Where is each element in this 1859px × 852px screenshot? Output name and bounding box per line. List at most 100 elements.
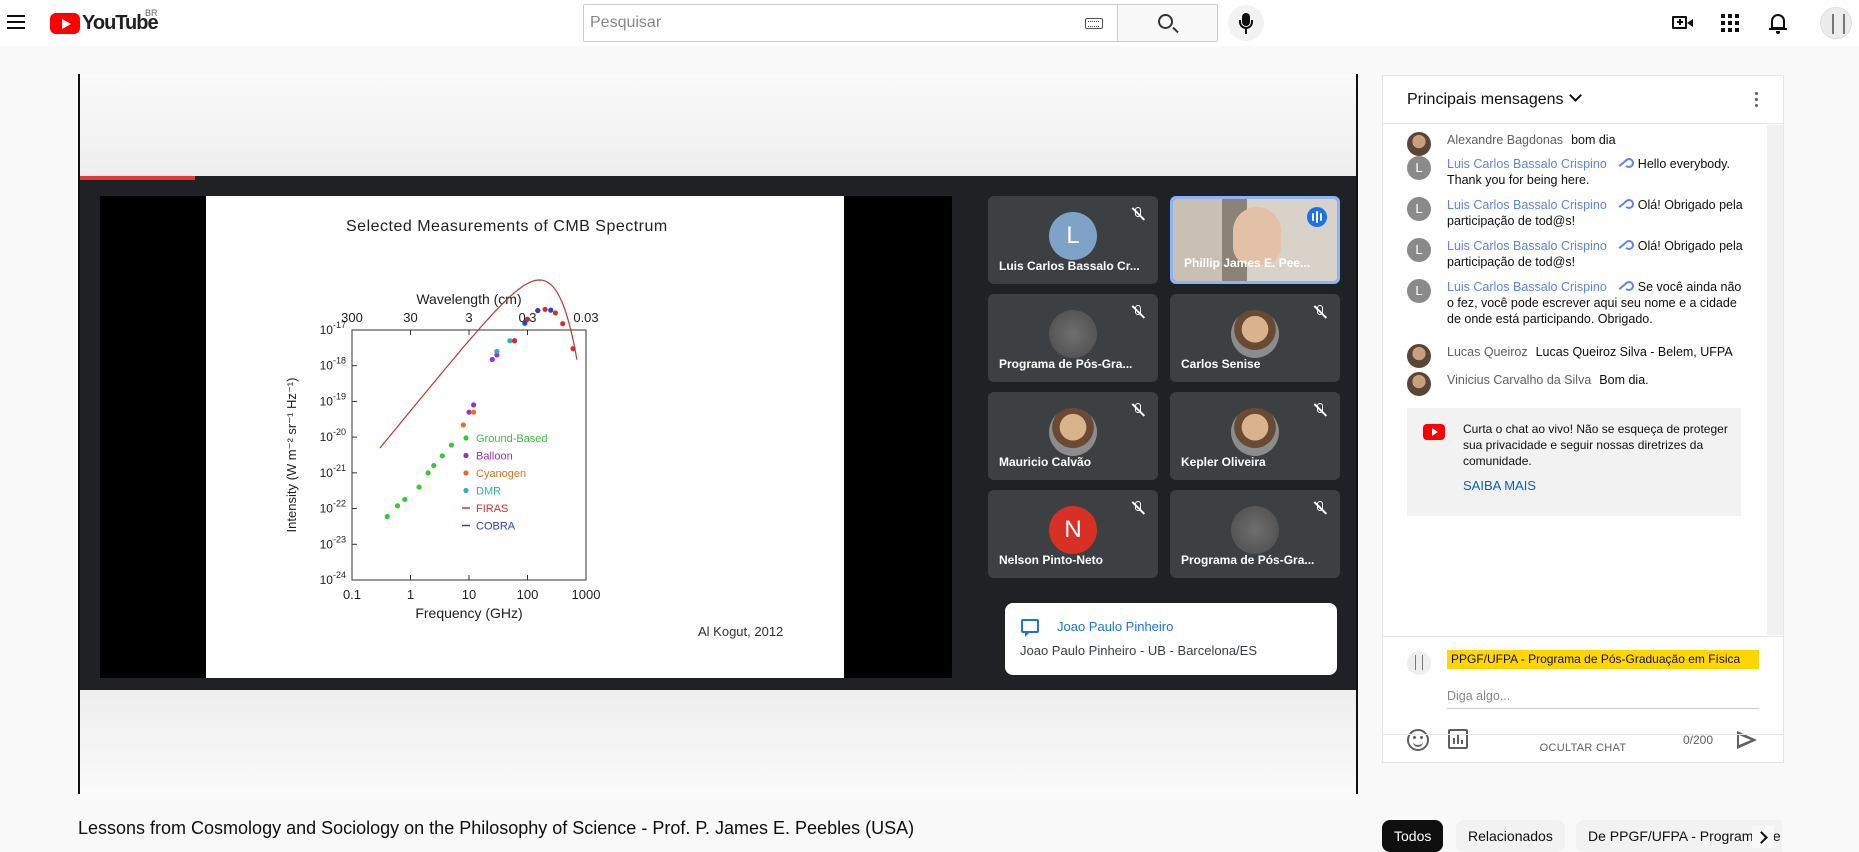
video-bottom-band bbox=[80, 690, 1356, 794]
message-author[interactable]: Luis Carlos Bassalo Crispino bbox=[1447, 198, 1607, 212]
legend-label: Balloon bbox=[476, 451, 513, 463]
chip-related[interactable]: Relacionados bbox=[1456, 820, 1565, 852]
chat-message: L Luis Carlos Bassalo Crispino Hello ever… bbox=[1407, 156, 1747, 188]
message-author[interactable]: Luis Carlos Bassalo Crispino bbox=[1447, 280, 1607, 294]
more-options-icon[interactable] bbox=[1755, 92, 1759, 108]
participant-tile: Mauricio Calvão bbox=[988, 392, 1158, 480]
author-avatar: L bbox=[1407, 197, 1431, 221]
presentation-slide: Selected Measurements of CMB Spectrum 0.… bbox=[206, 196, 844, 678]
video-top-band bbox=[80, 74, 1356, 176]
participant-tile-active: Phillip James E. Pee... bbox=[1170, 196, 1340, 284]
youtube-icon bbox=[1423, 424, 1445, 440]
author-avatar bbox=[1407, 372, 1431, 396]
voice-search-button[interactable] bbox=[1228, 5, 1264, 41]
message-author[interactable]: Vinicius Carvalho da Silva bbox=[1447, 373, 1591, 387]
chat-guidelines-notice: Curta o chat ao vivo! Não se esqueça de … bbox=[1407, 408, 1741, 516]
participant-tile: Carlos Senise bbox=[1170, 294, 1340, 382]
menu-icon[interactable] bbox=[6, 10, 32, 36]
meet-chat-popup: Joao Paulo Pinheiro Joao Paulo Pinheiro … bbox=[1005, 603, 1337, 675]
my-channel-name: PPGF/UFPA - Programa de Pós-Graduação em… bbox=[1447, 650, 1759, 669]
data-point-ground-based bbox=[394, 503, 401, 509]
data-point-cyanogen bbox=[460, 422, 466, 428]
data-point-balloon bbox=[489, 356, 495, 363]
chat-mode-dropdown[interactable]: Principais mensagens bbox=[1407, 91, 1564, 109]
participant-avatar bbox=[1231, 408, 1279, 456]
participant-avatar bbox=[1231, 506, 1279, 554]
top-bar: YouTube BR bbox=[0, 0, 1859, 46]
participant-name: Carlos Senise bbox=[1181, 357, 1261, 371]
cmb-spectrum-chart: 0.111010010003003030.30.0310-2410-2310-2… bbox=[284, 279, 600, 621]
chat-message: Vinicius Carvalho da Silva Bom dia. bbox=[1407, 372, 1747, 396]
x-tick-label: 1 bbox=[407, 587, 414, 602]
data-point-cobra bbox=[522, 320, 528, 326]
chat-message: L Luis Carlos Bassalo Crispino Olá! Obrig… bbox=[1407, 238, 1747, 270]
video-player[interactable]: Selected Measurements of CMB Spectrum 0.… bbox=[78, 74, 1358, 794]
y-tick-exponent: -17 bbox=[333, 320, 346, 330]
live-chat-panel: Principais mensagens Alexandre Bagdonas b… bbox=[1382, 75, 1784, 763]
youtube-play-icon bbox=[50, 12, 80, 34]
author-avatar: L bbox=[1407, 156, 1431, 180]
message-author[interactable]: Lucas Queiroz bbox=[1447, 345, 1528, 359]
message-author[interactable]: Alexandre Bagdonas bbox=[1447, 133, 1563, 147]
y-tick-exponent: -24 bbox=[333, 570, 346, 580]
participant-avatar bbox=[1049, 408, 1097, 456]
message-text: Lucas Queiroz Silva - Belem, UFPA bbox=[1535, 345, 1733, 359]
top-tick-label: 30 bbox=[403, 310, 417, 325]
search-button[interactable] bbox=[1118, 4, 1218, 42]
hide-chat-button[interactable]: OCULTAR CHAT bbox=[1383, 734, 1783, 762]
y-tick-label: 10-17 bbox=[320, 320, 346, 337]
data-point-ground-based bbox=[416, 484, 422, 490]
participant-avatar bbox=[1231, 310, 1279, 358]
account-avatar[interactable] bbox=[1820, 7, 1852, 39]
learn-more-link[interactable]: SAIBA MAIS bbox=[1463, 478, 1536, 493]
participant-avatar: L bbox=[1049, 212, 1097, 260]
chat-scrollbar[interactable] bbox=[1767, 125, 1783, 635]
participant-name: Programa de Pós-Gra... bbox=[1181, 553, 1315, 567]
search-input[interactable] bbox=[590, 14, 1070, 32]
author-avatar bbox=[1407, 344, 1431, 368]
keyboard-icon[interactable] bbox=[1085, 18, 1103, 29]
notifications-bell-icon[interactable] bbox=[1766, 11, 1790, 35]
related-chips: Todos Relacionados De PPGF/UFPA - Progra… bbox=[1382, 820, 1782, 852]
chip-all[interactable]: Todos bbox=[1382, 820, 1444, 852]
chat-message: L Luis Carlos Bassalo Crispino Se você ai… bbox=[1407, 279, 1747, 327]
legend-label: COBRA bbox=[476, 521, 516, 533]
data-point-balloon bbox=[466, 409, 472, 415]
muted-mic-icon bbox=[1130, 206, 1146, 222]
data-point-firas bbox=[560, 321, 566, 327]
participant-tile: Programa de Pós-Gra... bbox=[1170, 490, 1340, 578]
y-tick-label: 10-19 bbox=[320, 391, 346, 408]
plot-frame bbox=[351, 329, 587, 581]
apps-grid-icon[interactable] bbox=[1718, 11, 1742, 35]
message-author[interactable]: Luis Carlos Bassalo Crispino bbox=[1447, 239, 1607, 253]
data-point-ground-based bbox=[448, 442, 454, 448]
muted-mic-icon bbox=[1130, 402, 1146, 418]
meet-progress-bar bbox=[80, 176, 195, 180]
data-point-cobra bbox=[548, 307, 554, 313]
youtube-logo[interactable]: YouTube bbox=[50, 11, 159, 35]
data-point-firas bbox=[511, 338, 518, 344]
chat-message-input[interactable] bbox=[1447, 687, 1759, 709]
muted-mic-icon bbox=[1130, 500, 1146, 516]
create-video-icon[interactable] bbox=[1671, 11, 1695, 35]
author-avatar: L bbox=[1407, 238, 1431, 262]
legend-label: Ground-Based bbox=[476, 433, 548, 445]
muted-mic-icon bbox=[1130, 304, 1146, 320]
participant-avatar: N bbox=[1049, 506, 1097, 554]
moderator-wrench-icon bbox=[1618, 240, 1634, 250]
search-box bbox=[583, 4, 1118, 42]
data-point-firas bbox=[570, 346, 576, 352]
chevron-right-icon[interactable] bbox=[1752, 826, 1774, 848]
moderator-wrench-icon bbox=[1618, 199, 1634, 209]
chat-message: Alexandre Bagdonas bom dia bbox=[1407, 132, 1747, 156]
data-point-cobra bbox=[535, 307, 541, 314]
message-text: bom dia bbox=[1571, 133, 1616, 147]
data-point-cyanogen bbox=[471, 409, 477, 415]
popup-sender-name: Joao Paulo Pinheiro bbox=[1057, 619, 1174, 634]
participant-avatar bbox=[1049, 310, 1097, 358]
message-author[interactable]: Luis Carlos Bassalo Crispino bbox=[1447, 157, 1607, 171]
popup-message: Joao Paulo Pinheiro - UB - Barcelona/ES bbox=[1020, 643, 1258, 658]
participant-name: Kepler Oliveira bbox=[1181, 455, 1266, 469]
chevron-down-icon[interactable] bbox=[1569, 89, 1582, 102]
data-point-ground-based bbox=[431, 462, 437, 469]
